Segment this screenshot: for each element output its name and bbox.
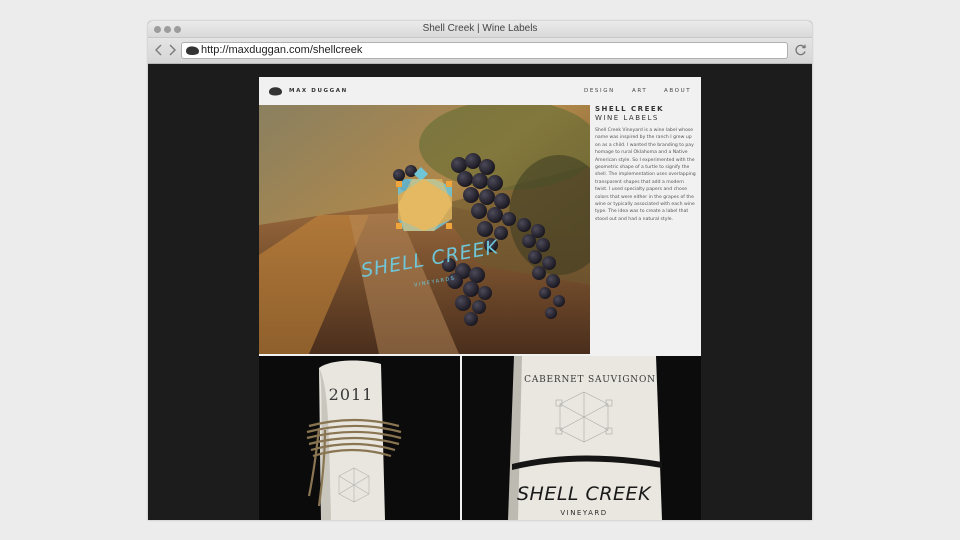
project-subtitle: WINE LABELS: [595, 114, 659, 122]
address-bar[interactable]: http://maxduggan.com/shellcreek: [181, 42, 788, 59]
browser-toolbar: http://maxduggan.com/shellcreek: [148, 38, 812, 64]
bottle-year: 2011: [329, 385, 374, 404]
site-favicon-icon: [186, 46, 199, 55]
back-button[interactable]: [153, 42, 165, 58]
chevron-left-icon: [155, 44, 162, 56]
project-description: SHELL CREEK WINE LABELS Shell Creek Vine…: [595, 105, 697, 223]
project-title: SHELL CREEK: [595, 105, 665, 113]
reload-icon[interactable]: [794, 43, 807, 57]
url-text: http://maxduggan.com/shellcreek: [201, 44, 363, 56]
bottle-photo-left: 2011: [259, 356, 460, 520]
project-body: Shell Creek Vineyard is a wine label who…: [595, 128, 696, 222]
chevron-right-icon: [169, 44, 176, 56]
bottle-brand: SHELL CREEK: [517, 483, 652, 505]
nav-about[interactable]: ABOUT: [664, 88, 691, 94]
bottle-sub: VINEYARD: [560, 509, 607, 517]
hero-image: SHELL CREEK VINEYARDS: [259, 105, 590, 354]
nav-art[interactable]: ART: [632, 88, 647, 94]
site-logo-icon[interactable]: [268, 86, 283, 96]
forward-button[interactable]: [166, 42, 178, 58]
site-header: MAX DUGGAN DESIGN ART ABOUT: [259, 77, 701, 105]
portfolio-page: MAX DUGGAN DESIGN ART ABOUT SHELL CREEK …: [259, 77, 701, 520]
nav-design[interactable]: DESIGN: [584, 88, 615, 94]
brand-name[interactable]: MAX DUGGAN: [289, 88, 348, 94]
page-viewport: MAX DUGGAN DESIGN ART ABOUT SHELL CREEK …: [148, 64, 812, 520]
browser-window: Shell Creek | Wine Labels http://maxdugg…: [148, 21, 812, 520]
bottle-varietal: CABERNET SAUVIGNON: [524, 375, 656, 385]
bottle-photo-right: CABERNET SAUVIGNON SHELL CREEK VINEYARD: [462, 356, 701, 520]
title-bar: Shell Creek | Wine Labels: [148, 21, 812, 38]
window-title: Shell Creek | Wine Labels: [422, 23, 538, 34]
